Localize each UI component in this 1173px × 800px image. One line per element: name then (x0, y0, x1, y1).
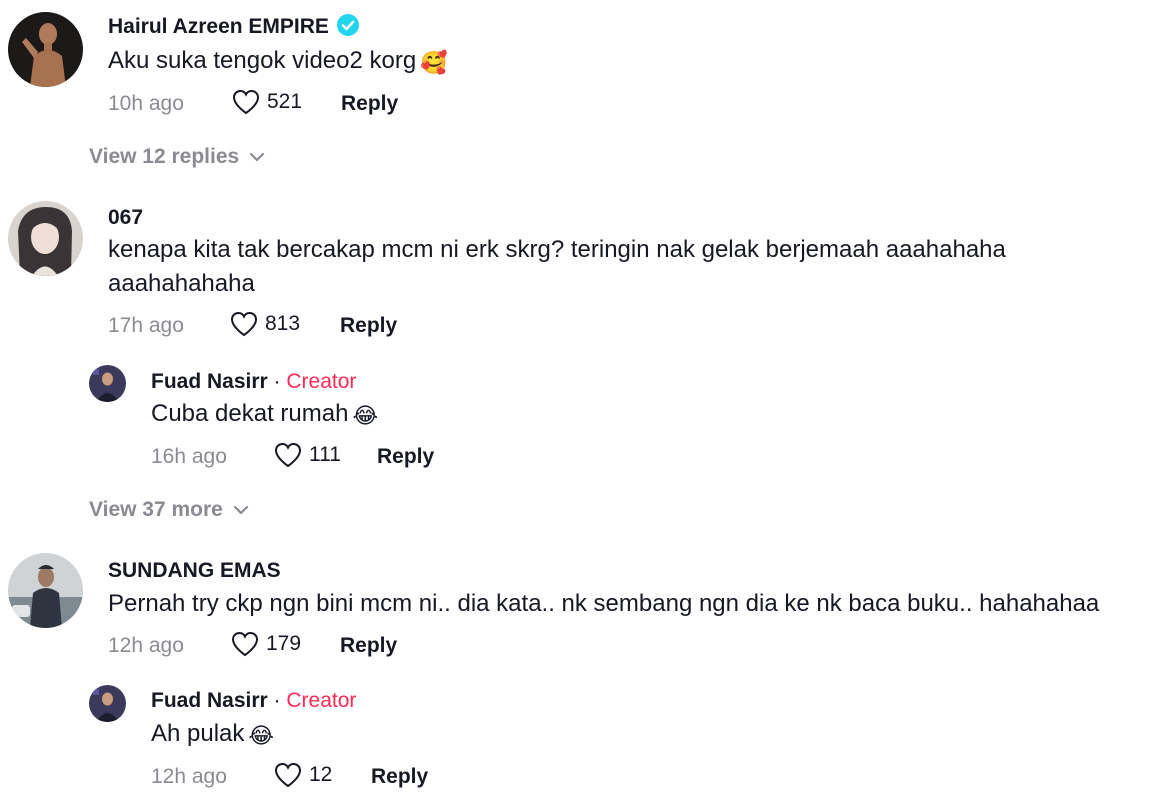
comment-timestamp: 17h ago (108, 314, 184, 337)
verified-badge-icon (336, 14, 359, 36)
like-button[interactable]: 521 (231, 88, 302, 116)
reply-text: Ah pulak 😂 (151, 717, 274, 754)
chevron-down-icon (233, 505, 248, 515)
comment-timestamp: 12h ago (108, 634, 184, 657)
avatar[interactable] (89, 365, 126, 402)
avatar[interactable] (8, 201, 83, 276)
comment-text-line-2: aaahahahaha (108, 270, 255, 297)
like-button[interactable]: 179 (230, 630, 301, 658)
comment-timestamp: 10h ago (108, 92, 184, 115)
reply-timestamp: 12h ago (151, 765, 227, 788)
separator: · (267, 689, 287, 712)
reply-text: Cuba dekat rumah 😂 (151, 397, 378, 434)
chevron-down-icon (250, 152, 265, 162)
heart-outline-icon (230, 311, 258, 337)
view-replies-button[interactable]: View 12 replies (89, 144, 265, 170)
reply-button[interactable]: Reply (340, 633, 397, 659)
comment-text-line-1: kenapa kita tak bercakap mcm ni erk skrg… (108, 236, 1006, 263)
reply-username[interactable]: Fuad Nasirr · Creator (151, 369, 356, 395)
heart-outline-icon (232, 89, 260, 115)
heart-outline-icon (274, 442, 302, 468)
separator: · (267, 370, 287, 393)
creator-badge: Creator (286, 689, 357, 712)
like-button[interactable]: 12 (273, 761, 332, 789)
tears-of-joy-emoji: 😂 (352, 404, 379, 429)
like-count: 12 (309, 763, 333, 786)
heart-outline-icon (274, 762, 302, 788)
reply-timestamp: 16h ago (151, 445, 227, 468)
reply-button[interactable]: Reply (377, 444, 434, 470)
tears-of-joy-emoji: 😂 (248, 724, 275, 749)
reply-button[interactable]: Reply (340, 313, 397, 339)
comment-username[interactable]: 067 (108, 205, 143, 231)
heart-outline-icon (231, 631, 259, 657)
like-count: 111 (309, 443, 341, 466)
creator-badge: Creator (286, 370, 357, 393)
like-count: 813 (265, 312, 301, 335)
smiling-face-with-hearts-emoji: 🥰 (420, 51, 448, 76)
reply-username[interactable]: Fuad Nasirr · Creator (151, 688, 356, 714)
like-count: 179 (266, 632, 302, 655)
avatar[interactable] (8, 12, 83, 87)
comment-username[interactable]: Hairul Azreen EMPIRE (108, 14, 359, 40)
comment-username[interactable]: SUNDANG EMAS (108, 558, 281, 584)
like-count: 521 (267, 90, 303, 113)
comment-text: Aku suka tengok video2 korg 🥰 (108, 44, 448, 81)
reply-button[interactable]: Reply (341, 91, 398, 117)
view-more-button[interactable]: View 37 more (89, 497, 249, 523)
like-button[interactable]: 111 (273, 441, 341, 469)
like-button[interactable]: 813 (229, 310, 300, 338)
avatar[interactable] (89, 685, 126, 722)
comment-text: Pernah try ckp ngn bini mcm ni.. dia kat… (108, 590, 1100, 617)
reply-button[interactable]: Reply (371, 764, 428, 790)
avatar[interactable] (8, 553, 83, 628)
